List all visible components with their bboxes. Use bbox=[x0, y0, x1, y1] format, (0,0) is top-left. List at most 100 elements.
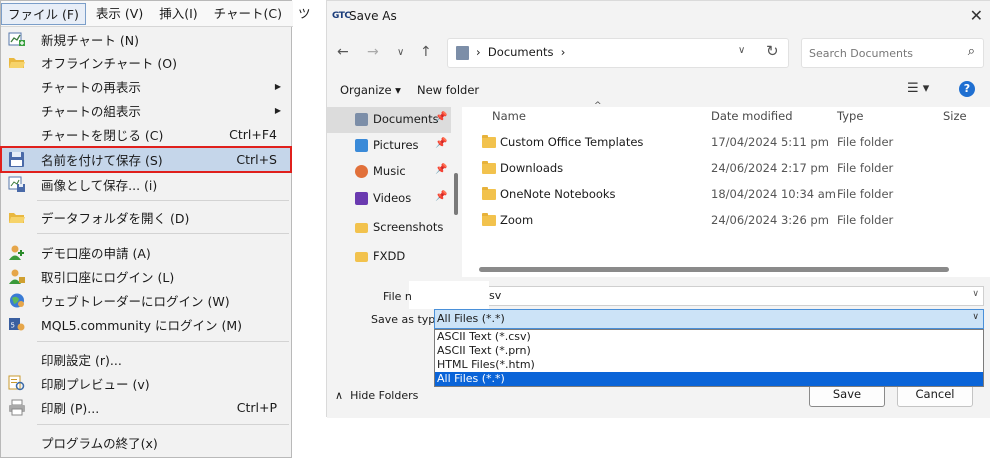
pin-icon[interactable]: 📌 bbox=[435, 164, 447, 175]
open-folder-icon bbox=[9, 58, 25, 68]
menu-item-print-setup[interactable]: 印刷設定 (r)... bbox=[1, 348, 291, 371]
menu-item-mql5-login[interactable]: 5 MQL5.community にログイン (M) bbox=[1, 313, 291, 336]
save-type-option-htm[interactable]: HTML Files(*.htm) bbox=[435, 358, 983, 372]
menu-item-open-data-folder[interactable]: データフォルダを開く (D) bbox=[1, 206, 291, 229]
dialog-title: Save As bbox=[349, 9, 397, 23]
menu-item-label: 画像として保存... (i) bbox=[41, 178, 158, 193]
menu-item-print[interactable]: 印刷 (P)... Ctrl+P bbox=[1, 396, 291, 419]
column-header-type[interactable]: Type bbox=[837, 109, 863, 123]
pictures-icon bbox=[355, 139, 368, 152]
menu-item-label: 取引口座にログイン (L) bbox=[41, 270, 175, 285]
menu-item-chart-redisplay[interactable]: チャートの再表示 ▶ bbox=[1, 75, 291, 98]
dialog-title-bar: GTC Save As ✕ bbox=[327, 1, 990, 33]
menu-item-save-image[interactable]: 画像として保存... (i) bbox=[1, 173, 291, 196]
chevron-down-icon[interactable]: ∨ bbox=[972, 289, 979, 299]
back-arrow-icon[interactable]: ← bbox=[337, 44, 349, 60]
menu-item-print-preview[interactable]: 印刷プレビュー (v) bbox=[1, 372, 291, 395]
submenu-arrow-icon: ▶ bbox=[274, 82, 281, 91]
up-arrow-icon[interactable]: ↑ bbox=[420, 44, 432, 60]
help-icon[interactable]: ? bbox=[959, 81, 975, 97]
file-row[interactable]: Downloads 24/06/2024 2:17 pm File folder bbox=[465, 157, 990, 183]
save-type-option-all[interactable]: All Files (*.*) bbox=[435, 372, 983, 386]
pin-icon[interactable]: 📌 bbox=[435, 191, 447, 202]
chevron-down-icon[interactable]: ∨ bbox=[972, 312, 979, 322]
menu-item-shortcut: Ctrl+S bbox=[236, 152, 277, 167]
menu-item-demo-account[interactable]: デモ口座の申請 (A) bbox=[1, 241, 291, 264]
hide-folders-label: Hide Folders bbox=[350, 389, 419, 402]
svg-text:5: 5 bbox=[11, 322, 15, 330]
menu-file[interactable]: ファイル (F) bbox=[1, 2, 86, 25]
menu-chart[interactable]: チャート(C) bbox=[208, 3, 288, 25]
menu-item-chart-group[interactable]: チャートの組表示 ▶ bbox=[1, 99, 291, 122]
search-placeholder: Search Documents bbox=[809, 47, 914, 60]
column-header-name[interactable]: Name bbox=[492, 109, 526, 123]
nav-scrollbar[interactable] bbox=[454, 173, 458, 215]
column-header-date[interactable]: Date modified bbox=[711, 109, 793, 123]
file-row[interactable]: OneNote Notebooks 18/04/2024 10:34 am Fi… bbox=[465, 183, 990, 209]
address-path: › Documents › bbox=[476, 45, 566, 59]
menu-item-close-chart[interactable]: チャートを閉じる (C) Ctrl+F4 bbox=[1, 123, 291, 146]
menu-item-label: オフラインチャート (O) bbox=[41, 56, 177, 71]
file-name-input[interactable]: sv ∨ bbox=[432, 286, 984, 306]
menu-separator bbox=[37, 424, 289, 425]
folder-icon bbox=[482, 161, 496, 174]
horizontal-scrollbar[interactable] bbox=[479, 267, 949, 272]
file-name: Zoom bbox=[500, 213, 534, 227]
nav-item-documents[interactable]: Documents 📌 bbox=[327, 107, 451, 133]
hide-folders-button[interactable]: ∧ Hide Folders bbox=[335, 389, 418, 402]
menu-item-label: プログラムの終了(x) bbox=[41, 436, 158, 451]
menu-view[interactable]: 表示 (V) bbox=[90, 3, 149, 25]
column-header-size[interactable]: Size bbox=[943, 109, 967, 123]
menu-item-save-as[interactable]: 名前を付けて保存 (S) Ctrl+S bbox=[0, 146, 292, 173]
file-name-label: File n bbox=[383, 290, 412, 303]
nav-item-label: Pictures bbox=[373, 138, 419, 152]
search-icon[interactable]: ⌕ bbox=[968, 44, 975, 59]
recent-locations-icon[interactable]: ∨ bbox=[397, 47, 404, 58]
organize-button[interactable]: Organize ▾ bbox=[340, 83, 401, 97]
folder-icon bbox=[9, 213, 25, 223]
save-type-select[interactable]: All Files (*.*) ∨ bbox=[434, 309, 984, 329]
new-folder-button[interactable]: New folder bbox=[417, 83, 479, 97]
nav-item-music[interactable]: Music 📌 bbox=[327, 159, 451, 185]
file-date: 24/06/2024 2:17 pm bbox=[711, 161, 829, 175]
file-row[interactable]: Zoom 24/06/2024 3:26 pm File folder bbox=[465, 209, 990, 235]
address-segment[interactable]: Documents bbox=[488, 45, 554, 59]
refresh-icon[interactable]: ↻ bbox=[766, 42, 779, 60]
menu-item-webtrader-login[interactable]: ウェブトレーダーにログイン (W) bbox=[1, 289, 291, 312]
menu-insert[interactable]: 挿入(I) bbox=[153, 3, 203, 25]
pin-icon[interactable]: 📌 bbox=[435, 138, 447, 149]
menu-separator bbox=[37, 233, 289, 234]
forward-arrow-icon[interactable]: → bbox=[367, 44, 379, 60]
menu-item-label: チャートを閉じる (C) bbox=[41, 128, 164, 143]
save-type-option-prn[interactable]: ASCII Text (*.prn) bbox=[435, 344, 983, 358]
nav-item-fxdd[interactable]: FXDD bbox=[327, 244, 451, 270]
menu-item-label: 印刷設定 (r)... bbox=[41, 353, 122, 368]
search-box[interactable]: Search Documents ⌕ bbox=[801, 38, 984, 68]
music-icon bbox=[355, 165, 368, 178]
nav-item-pictures[interactable]: Pictures 📌 bbox=[327, 133, 451, 159]
folder-icon bbox=[482, 135, 496, 148]
close-icon[interactable]: ✕ bbox=[970, 6, 983, 25]
navigation-bar: ← → ∨ ↑ › Documents › ∨ ↻ Search Documen… bbox=[327, 33, 990, 73]
save-type-option-csv[interactable]: ASCII Text (*.csv) bbox=[435, 330, 983, 344]
pin-icon[interactable]: 📌 bbox=[435, 112, 447, 123]
folder-icon bbox=[482, 213, 496, 226]
dialog-footer: sv ∨ File n Save as type: All Files (*.*… bbox=[327, 277, 990, 418]
nav-item-screenshots[interactable]: Screenshots bbox=[327, 215, 451, 241]
view-options-icon[interactable]: ☰ ▾ bbox=[907, 81, 929, 96]
redaction-mask bbox=[409, 281, 489, 309]
menu-tools[interactable]: ツ bbox=[292, 3, 317, 25]
menu-item-new-chart[interactable]: 新規チャート (N) bbox=[1, 28, 291, 51]
file-row[interactable]: Custom Office Templates 17/04/2024 5:11 … bbox=[465, 131, 990, 157]
menu-item-offline-chart[interactable]: オフラインチャート (O) bbox=[1, 51, 291, 74]
nav-item-label: Screenshots bbox=[373, 220, 444, 234]
nav-item-label: Videos bbox=[373, 191, 412, 205]
address-dropdown-icon[interactable]: ∨ bbox=[738, 45, 745, 56]
address-bar[interactable]: › Documents › ∨ ↻ bbox=[447, 38, 789, 68]
nav-item-videos[interactable]: Videos 📌 bbox=[327, 186, 451, 212]
menu-item-exit[interactable]: プログラムの終了(x) bbox=[1, 431, 291, 454]
menu-item-trade-login[interactable]: 取引口座にログイン (L) bbox=[1, 265, 291, 288]
file-name: Custom Office Templates bbox=[500, 135, 644, 149]
nav-item-label: FXDD bbox=[373, 249, 406, 263]
app-logo: GTC bbox=[332, 11, 351, 21]
